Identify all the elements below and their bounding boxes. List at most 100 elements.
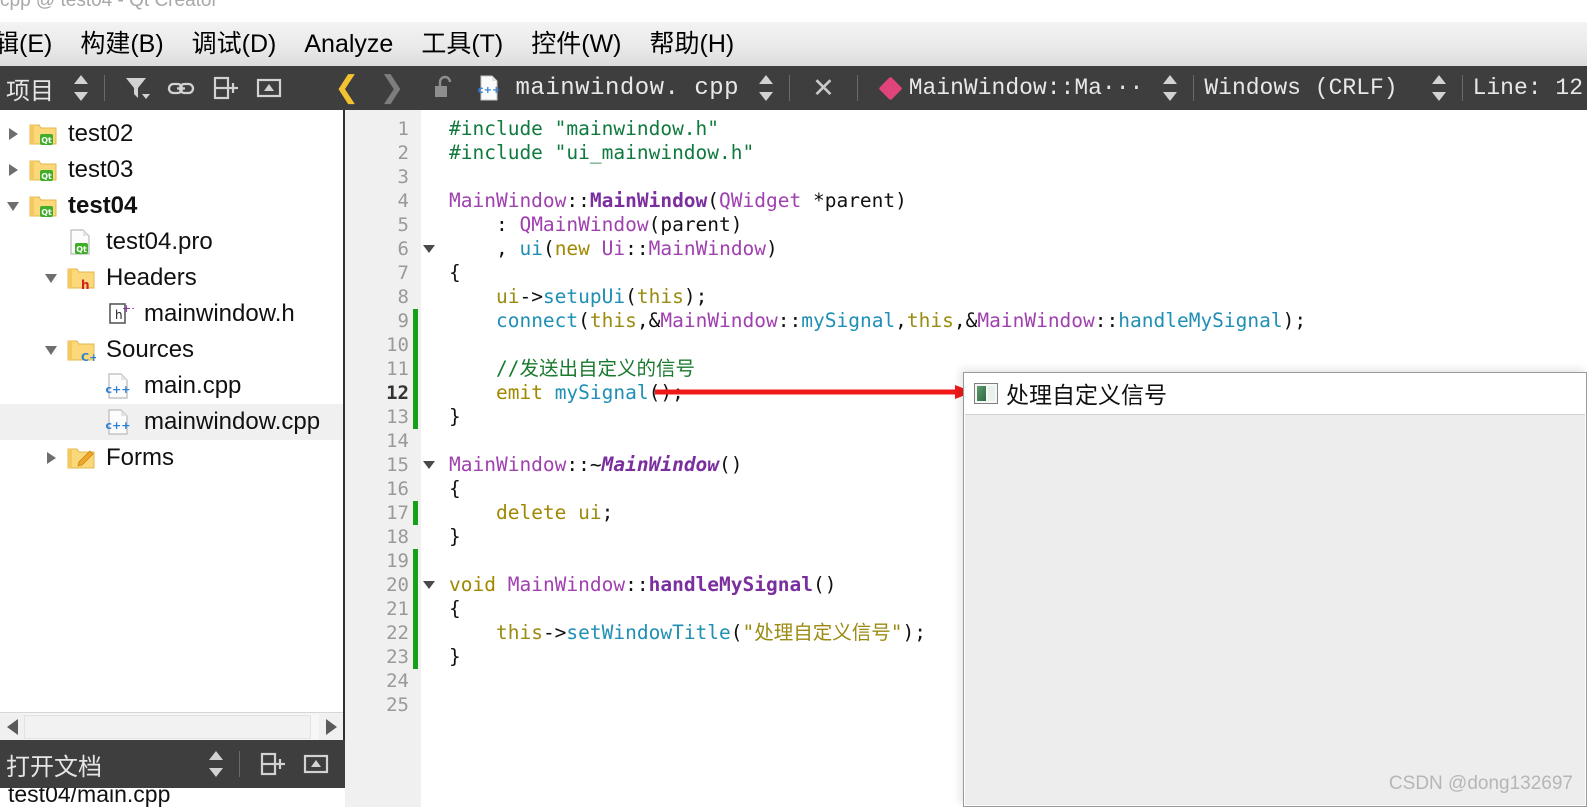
svg-text:Qt: Qt [41,208,52,217]
code-line[interactable]: 6 , ui(new Ui::MainWindow) [345,237,1587,261]
code-line[interactable]: 10 [345,333,1587,357]
code-line[interactable]: 8 ui->setupUi(this); [345,285,1587,309]
open-documents-title[interactable]: 打开文档 [0,747,102,782]
chevron-right-icon[interactable] [0,116,26,152]
line-modified-marker [413,645,418,669]
tree-item-headers[interactable]: h Headers [0,260,343,296]
toolbar-strip: 项目 ❮ ❯ c++ mainwindow. cpp ✕ MainWindow:… [0,66,1587,110]
scroll-right-button[interactable] [319,713,343,740]
tree-item-mainwindow-h[interactable]: h++mainwindow.h [0,296,343,332]
line-ending-label[interactable]: Windows (CRLF) [1204,75,1397,101]
menubar: 辑(E) 构建(B) 调试(D) Analyze 工具(T) 控件(W) 帮助(… [0,22,1587,67]
line-modified-marker [413,357,418,381]
code-line[interactable]: 1 #include "mainwindow.h" [345,117,1587,141]
code-line[interactable]: 2 #include "ui_mainwindow.h" [345,141,1587,165]
line-number: 3 [397,166,409,188]
menu-build[interactable]: 构建(B) [66,23,177,65]
chevron-right-icon[interactable] [0,152,26,188]
symbol-dropdown-chevron-icon[interactable] [1157,73,1183,103]
sidebar-view-title[interactable]: 项目 [0,71,54,106]
menu-edit[interactable]: 辑(E) [0,23,66,65]
current-symbol[interactable]: MainWindow::Ma··· [909,75,1144,101]
tree-item-mainwindow-cpp[interactable]: c++ mainwindow.cpp [0,404,343,440]
code-line-text: void MainWindow::handleMySignal() [449,573,837,596]
filter-icon[interactable] [122,73,152,103]
line-number: 4 [397,190,409,212]
menu-debug[interactable]: 调试(D) [178,23,291,65]
code-line[interactable]: 9 connect(this,&MainWindow::mySignal,thi… [345,309,1587,333]
code-line-text: this->setWindowTitle("处理自定义信号"); [495,621,927,644]
code-line-text: { [449,477,461,500]
up-down-chevron-icon[interactable] [68,73,94,103]
chevron-right-icon[interactable] [38,440,64,476]
scroll-track[interactable] [24,713,319,740]
fold-toggle-icon[interactable] [423,245,435,253]
chevron-left-icon[interactable]: ❮ [324,73,369,103]
chevron-down-icon[interactable] [0,188,26,224]
unlock-icon[interactable] [429,73,459,103]
chevron-down-icon[interactable] [38,260,64,296]
close-pane-icon[interactable] [254,73,284,103]
svg-text:++: ++ [122,302,134,315]
code-line[interactable]: 7{ [345,261,1587,285]
sidebar-horizontal-scrollbar[interactable] [0,712,343,740]
tree-item-test04-pro[interactable]: Qt test04.pro [0,224,343,260]
app-popup-window[interactable]: 处理自定义信号 [963,372,1587,807]
code-line-text: //发送出自定义的信号 [449,357,695,380]
line-modified-marker [413,333,418,357]
open-documents-close-pane-icon[interactable] [301,749,331,779]
menu-tools[interactable]: 工具(T) [407,23,517,65]
editor-filename[interactable]: mainwindow. cpp [516,75,740,102]
split-add-icon[interactable] [210,73,240,103]
code-line[interactable]: 5 : QMainWindow(parent) [345,213,1587,237]
menu-help[interactable]: 帮助(H) [636,23,749,65]
tree-item-label: main.cpp [144,372,242,399]
toolbar-separator-5 [1461,75,1463,101]
tree-item-test03[interactable]: Qt test03 [0,152,343,188]
tree-item-forms[interactable]: Forms [0,440,343,476]
link-icon[interactable] [166,73,196,103]
line-number: 15 [386,454,409,476]
forms-folder-icon [66,443,96,473]
svg-text:Qt: Qt [41,172,52,181]
line-modified-marker [413,405,418,429]
open-documents-split-add-icon[interactable] [257,749,287,779]
watermark-text: CSDN @dong132697 [1388,773,1573,794]
scroll-thumb[interactable] [24,714,311,739]
line-number: 11 [386,358,409,380]
chevron-down-icon[interactable] [38,332,64,368]
tree-item-label: Headers [106,264,197,291]
open-documents-chevron-icon[interactable] [203,749,229,779]
line-modified-marker [413,621,418,645]
tree-item-test02[interactable]: Qt test02 [0,116,343,152]
code-line[interactable]: 4 MainWindow::MainWindow(QWidget *parent) [345,189,1587,213]
line-number: 25 [386,694,409,716]
open-document-item[interactable]: test04/main.cpp [8,788,170,807]
line-number: 1 [397,118,409,140]
fold-toggle-icon[interactable] [423,461,435,469]
code-line-text: { [449,261,461,284]
scroll-left-button[interactable] [0,713,24,740]
chevron-right-icon[interactable]: ❯ [369,73,414,103]
code-line[interactable]: 3 [345,165,1587,189]
svg-text:h: h [81,278,90,292]
file-dropdown-chevron-icon[interactable] [753,73,779,103]
project-tree-panel: Qt test02 Qt test03 Qt test04 Qt test04.pro h Hea… [0,110,345,740]
open-documents-list: test04/main.cpp [0,788,345,807]
close-icon[interactable]: ✕ [800,74,847,102]
fold-toggle-icon[interactable] [423,581,435,589]
line-modified-marker [413,573,418,597]
code-line-text: connect(this,&MainWindow::mySignal,this,… [495,309,1307,332]
toolbar-separator-2 [789,75,791,101]
menu-analyze[interactable]: Analyze [290,23,407,65]
line-ending-dropdown-chevron-icon[interactable] [1426,73,1452,103]
menu-widgets[interactable]: 控件(W) [517,23,635,65]
line-number: 12 [386,382,409,404]
h-file-icon: h++ [104,299,140,329]
line-indicator[interactable]: Line: 12 [1473,75,1587,101]
tree-item-test04[interactable]: Qt test04 [0,188,343,224]
tree-item-main-cpp[interactable]: c++ main.cpp [0,368,343,404]
editor-toolbar: ❮ ❯ c++ mainwindow. cpp ✕ MainWindow::Ma… [324,66,1587,110]
tree-item-label: Sources [106,336,195,363]
tree-item-sources[interactable]: C++ Sources [0,332,343,368]
